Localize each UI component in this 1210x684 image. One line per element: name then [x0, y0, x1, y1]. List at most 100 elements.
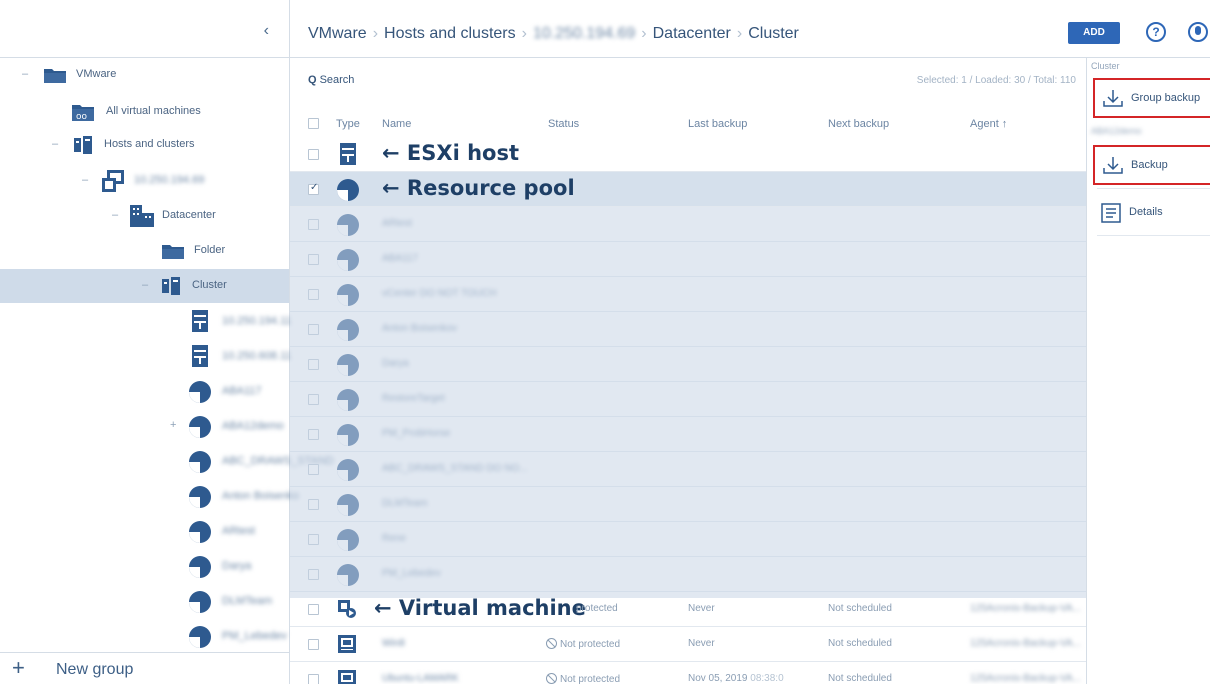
table-row[interactable]: Win8 Not protected Never Not scheduled 1…	[290, 627, 1086, 662]
collapse-toggle-icon[interactable]: –	[52, 138, 58, 150]
tree-item-label: Folder	[194, 244, 226, 256]
group-backup-label: Group backup	[1131, 92, 1201, 104]
collapse-toggle-icon[interactable]: –	[142, 279, 148, 291]
resource-pool-icon	[337, 214, 359, 236]
collapse-toggle-icon[interactable]: –	[82, 174, 88, 186]
row-checkbox[interactable]	[308, 219, 319, 230]
tree-item-resource-pool[interactable]: ARtest	[0, 515, 289, 549]
row-checkbox[interactable]	[308, 464, 319, 475]
row-checkbox[interactable]	[308, 429, 319, 440]
tree-item-resource-pool[interactable]: Darya	[0, 550, 289, 584]
new-group-label: New group	[56, 661, 134, 678]
row-name: PM_ProbHorse	[382, 428, 451, 439]
row-checkbox[interactable]	[308, 569, 319, 580]
resource-pool-icon	[189, 416, 211, 438]
folder-icon	[44, 69, 66, 83]
tree-item-hosts-and-clusters[interactable]: – Hosts and clusters	[0, 128, 289, 162]
resource-pool-icon	[337, 179, 359, 201]
row-checkbox[interactable]	[308, 499, 319, 510]
row-checkbox[interactable]	[308, 324, 319, 335]
column-header-agent[interactable]: Agent ↑	[970, 118, 1007, 130]
column-header-last-backup[interactable]: Last backup	[688, 118, 747, 130]
table-row[interactable]: ← Resource pool	[290, 172, 1086, 207]
group-backup-button[interactable]: Group backup	[1093, 78, 1210, 118]
table-row[interactable]: Rene	[290, 522, 1086, 557]
table-row[interactable]: PM_ProbHorse	[290, 417, 1086, 452]
collapse-toggle-icon[interactable]: –	[22, 68, 28, 80]
table-row[interactable]: DLMTeam	[290, 487, 1086, 522]
row-checkbox[interactable]	[308, 289, 319, 300]
tree-item-resource-pool[interactable]: Anton Boisenko	[0, 480, 299, 514]
tree-item-folder[interactable]: Folder	[0, 234, 289, 268]
table-row[interactable]: ARtest	[290, 207, 1086, 242]
column-header-type[interactable]: Type	[336, 118, 360, 130]
row-name: DLMTeam	[382, 498, 428, 509]
table-row[interactable]: Darya	[290, 347, 1086, 382]
tree-item-resource-pool[interactable]: DLMTeam	[0, 585, 289, 619]
row-status: protected	[576, 603, 618, 614]
breadcrumb-hosts-and-clusters[interactable]: Hosts and clusters	[384, 25, 516, 42]
tree-item-esxi-host[interactable]: 10.250.194.11	[0, 305, 292, 339]
row-checkbox[interactable]	[308, 604, 319, 615]
table-row[interactable]: ABC_DRAWS_STAND DO NO...	[290, 452, 1086, 487]
tree-item-label: Anton Boisenko	[222, 490, 300, 502]
resource-pool-icon	[337, 319, 359, 341]
table-row[interactable]: ABA117	[290, 242, 1086, 277]
tree-item-label: ABA117	[222, 385, 262, 397]
row-checkbox[interactable]	[308, 182, 319, 195]
tree-item-resource-pool[interactable]: PM_Lebedev	[0, 620, 289, 654]
cluster-icon	[162, 277, 180, 295]
table-row[interactable]: RestoreTarget	[290, 382, 1086, 417]
row-checkbox[interactable]	[308, 674, 319, 684]
tree-item-vmware[interactable]: – VMware	[0, 58, 289, 92]
user-account-icon[interactable]	[1188, 22, 1208, 42]
row-name: Anton Boisenkov	[382, 323, 458, 334]
all-vms-icon: oo	[72, 105, 94, 121]
row-last-backup: Never	[688, 603, 715, 614]
tree-item-resource-pool[interactable]: + ABA12demo	[0, 410, 289, 444]
select-all-checkbox[interactable]	[308, 118, 319, 129]
search-icon: Q	[308, 74, 317, 86]
tree-item-cluster[interactable]: – Cluster	[0, 269, 289, 303]
table-row[interactable]: Anton Boisenkov	[290, 312, 1086, 347]
tree-item-all-virtual-machines[interactable]: oo All virtual machines	[0, 95, 289, 129]
resource-pool-icon	[337, 564, 359, 586]
collapse-toggle-icon[interactable]: –	[112, 209, 118, 221]
column-header-status[interactable]: Status	[548, 118, 579, 130]
breadcrumb-datacenter[interactable]: Datacenter	[653, 25, 731, 42]
backup-button[interactable]: Backup	[1093, 145, 1210, 185]
breadcrumb-vcenter[interactable]: 10.250.194.69	[533, 25, 635, 43]
column-header-name[interactable]: Name	[382, 118, 411, 130]
tree-item-resource-pool[interactable]: ABA117	[0, 375, 289, 409]
table-row[interactable]: ← ESXi host	[290, 137, 1086, 172]
row-checkbox[interactable]	[308, 359, 319, 370]
row-checkbox[interactable]	[308, 394, 319, 405]
tree-item-datacenter[interactable]: – Datacenter	[0, 199, 289, 233]
row-name: PM_Lebedev	[382, 568, 441, 579]
header: VMware › Hosts and clusters › 10.250.194.69 ›…	[290, 0, 1210, 58]
expand-toggle-icon[interactable]: +	[170, 419, 176, 431]
table-row[interactable]: vCenter DO NOT TOUCH	[290, 277, 1086, 312]
collapse-sidebar-button[interactable]: ‹	[264, 22, 269, 40]
row-checkbox[interactable]	[308, 639, 319, 650]
resource-pool-icon	[189, 556, 211, 578]
table-row[interactable]: Ubuntu-LAMARK Not protected Nov 05, 2019…	[290, 662, 1086, 684]
search-button[interactable]: Q Search	[308, 74, 354, 86]
column-header-next-backup[interactable]: Next backup	[828, 118, 889, 130]
not-protected-icon	[546, 638, 557, 649]
esxi-host-icon	[192, 345, 208, 367]
backup-icon	[1103, 157, 1123, 174]
details-button[interactable]: Details	[1093, 194, 1210, 234]
row-checkbox[interactable]	[308, 254, 319, 265]
tree-item-resource-pool[interactable]: ABC_DRAWS_STAND	[0, 445, 334, 479]
help-icon[interactable]: ?	[1146, 22, 1166, 42]
table-row[interactable]: ← Virtual machine protected Never Not sc…	[290, 592, 1086, 627]
row-checkbox[interactable]	[308, 534, 319, 545]
table-row[interactable]: PM_Lebedev	[290, 557, 1086, 592]
tree-item-vcenter[interactable]: – 10.250.194.69	[0, 164, 289, 198]
row-checkbox[interactable]	[308, 149, 319, 160]
add-button[interactable]: ADD	[1068, 22, 1120, 44]
tree-item-esxi-host[interactable]: 10.250.608.11	[0, 340, 292, 374]
breadcrumb-vmware[interactable]: VMware	[308, 25, 367, 42]
new-group-button[interactable]: + New group	[0, 652, 289, 684]
